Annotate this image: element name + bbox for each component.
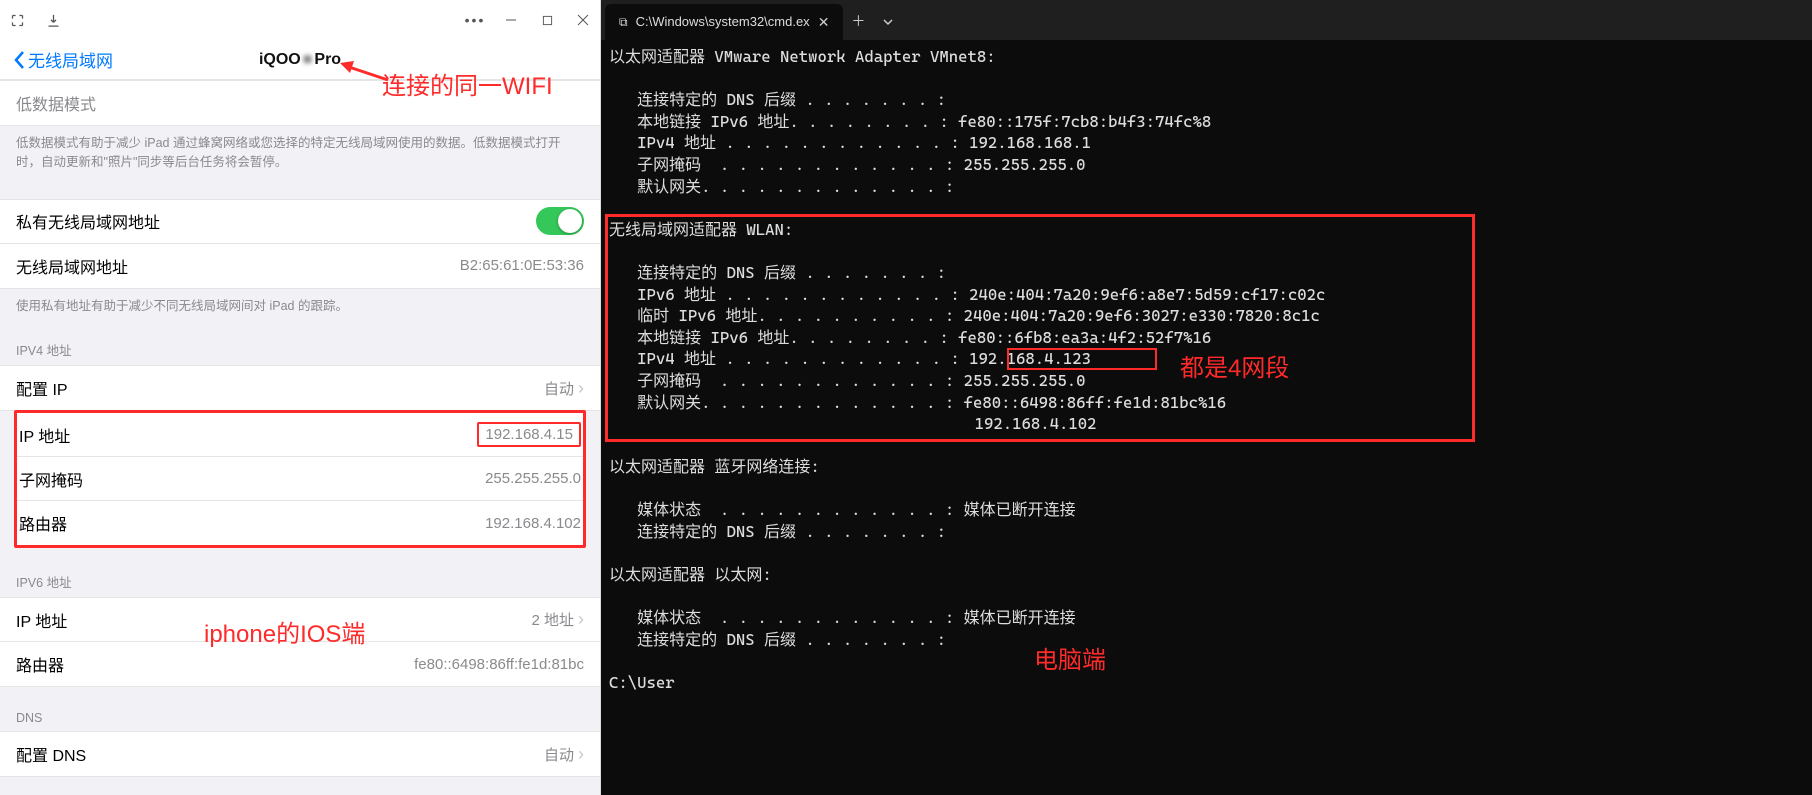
window-titlebar: •••	[0, 0, 600, 40]
terminal-line: 连接特定的 DNS 后缀 . . . . . . . :	[609, 262, 1804, 284]
minimize-icon[interactable]	[502, 11, 520, 29]
tab-dropdown-icon[interactable]	[873, 4, 903, 40]
chevron-right-icon: ›	[578, 378, 584, 399]
settings-content[interactable]: 低数据模式 低数据模式有助于减少 iPad 通过蜂窝网络或您选择的特定无线局域网…	[0, 80, 600, 795]
terminal-line	[609, 586, 1804, 608]
terminal-line: 子网掩码 . . . . . . . . . . . . : 255.255.2…	[609, 154, 1804, 176]
terminal-line: 临时 IPv6 地址. . . . . . . . . . : 240e:404…	[609, 305, 1804, 327]
terminal-output[interactable]: 以太网适配器 VMware Network Adapter VMnet8: 连接…	[601, 40, 1812, 702]
terminal-line: 媒体状态 . . . . . . . . . . . . : 媒体已断开连接	[609, 499, 1804, 521]
terminal-line: 本地链接 IPv6 地址. . . . . . . . : fe80::175f…	[609, 111, 1804, 133]
terminal-line: 以太网适配器 VMware Network Adapter VMnet8:	[609, 46, 1804, 68]
terminal-line: 连接特定的 DNS 后缀 . . . . . . . :	[609, 89, 1804, 111]
low-data-mode-row[interactable]: 低数据模式	[0, 81, 600, 125]
fullscreen-icon[interactable]	[8, 11, 26, 29]
dns-section-label: DNS	[0, 687, 600, 731]
ios-settings-pane: ••• 无线局域网 iQOO ■ Pro	[0, 0, 601, 795]
terminal-tab-bar: ⧉ C:\Windows\system32\cmd.ex ✕ ＋	[601, 0, 1812, 40]
ip-address-row: IP 地址 192.168.4.15	[17, 413, 583, 457]
wlan-address-row: 无线局域网地址 B2:65:61:0E:53:36	[0, 244, 600, 288]
terminal-line	[609, 197, 1804, 219]
close-icon[interactable]	[574, 11, 592, 29]
terminal-line: 媒体状态 . . . . . . . . . . . . : 媒体已断开连接	[609, 607, 1804, 629]
tab-title: C:\Windows\system32\cmd.ex	[636, 13, 810, 31]
maximize-icon[interactable]	[538, 11, 556, 29]
ipv4-highlight-box: IP 地址 192.168.4.15 子网掩码 255.255.255.0 路由…	[14, 410, 586, 548]
terminal-line: 连接特定的 DNS 后缀 . . . . . . . :	[609, 521, 1804, 543]
chevron-right-icon: ›	[578, 609, 584, 630]
terminal-line: 以太网适配器 蓝牙网络连接:	[609, 456, 1804, 478]
terminal-line: 以太网适配器 以太网:	[609, 564, 1804, 586]
tab-close-icon[interactable]: ✕	[818, 13, 830, 32]
download-icon[interactable]	[44, 11, 62, 29]
config-ip-row[interactable]: 配置 IP 自动›	[0, 366, 600, 410]
terminal-line	[609, 435, 1804, 457]
nav-bar: 无线局域网 iQOO ■ Pro	[0, 40, 600, 80]
router-row: 路由器 192.168.4.102	[17, 501, 583, 545]
terminal-line	[609, 240, 1804, 262]
private-address-toggle[interactable]	[536, 207, 584, 235]
terminal-line: 无线局域网适配器 WLAN:	[609, 219, 1804, 241]
terminal-line: 子网掩码 . . . . . . . . . . . . : 255.255.2…	[609, 370, 1804, 392]
page-title: iQOO ■ Pro	[259, 51, 341, 69]
terminal-line: IPv6 地址 . . . . . . . . . . . . : 240e:4…	[609, 284, 1804, 306]
terminal-line: C:\User	[609, 672, 1804, 694]
ipv6-ip-row[interactable]: IP 地址 2 地址›	[0, 598, 600, 642]
config-dns-row[interactable]: 配置 DNS 自动›	[0, 732, 600, 776]
terminal-line: 本地链接 IPv6 地址. . . . . . . . : fe80::6fb8…	[609, 327, 1804, 349]
terminal-line	[609, 651, 1804, 673]
terminal-pane: ⧉ C:\Windows\system32\cmd.ex ✕ ＋ 以太网适配器 …	[601, 0, 1812, 795]
terminal-line	[609, 543, 1804, 565]
terminal-line: 默认网关. . . . . . . . . . . . . : fe80::64…	[609, 392, 1804, 414]
subnet-mask-row: 子网掩码 255.255.255.0	[17, 457, 583, 501]
low-data-desc: 低数据模式有助于减少 iPad 通过蜂窝网络或您选择的特定无线局域网使用的数据。…	[0, 126, 600, 173]
ipv6-router-row: 路由器 fe80::6498:86ff:fe1d:81bc	[0, 642, 600, 686]
back-button[interactable]: 无线局域网	[0, 47, 113, 72]
terminal-line	[609, 68, 1804, 90]
back-label: 无线局域网	[28, 47, 113, 72]
terminal-line: IPv4 地址 . . . . . . . . . . . . : 192.16…	[609, 348, 1804, 370]
private-address-desc: 使用私有地址有助于减少不同无线局域网间对 iPad 的跟踪。	[0, 289, 600, 316]
ipv6-section-label: IPV6 地址	[0, 548, 600, 597]
terminal-line	[609, 478, 1804, 500]
terminal-line: 默认网关. . . . . . . . . . . . . :	[609, 176, 1804, 198]
ip-address-value: 192.168.4.15	[477, 422, 581, 447]
terminal-line: IPv4 地址 . . . . . . . . . . . . : 192.16…	[609, 132, 1804, 154]
new-tab-button[interactable]: ＋	[843, 4, 873, 40]
chevron-right-icon: ›	[578, 744, 584, 765]
terminal-line: 连接特定的 DNS 后缀 . . . . . . . :	[609, 629, 1804, 651]
more-icon[interactable]: •••	[466, 11, 484, 29]
cmd-icon: ⧉	[619, 14, 628, 30]
terminal-tab[interactable]: ⧉ C:\Windows\system32\cmd.ex ✕	[605, 4, 843, 40]
private-address-row[interactable]: 私有无线局域网地址	[0, 200, 600, 244]
terminal-line: 192.168.4.102	[609, 413, 1804, 435]
ipv4-section-label: IPV4 地址	[0, 316, 600, 365]
